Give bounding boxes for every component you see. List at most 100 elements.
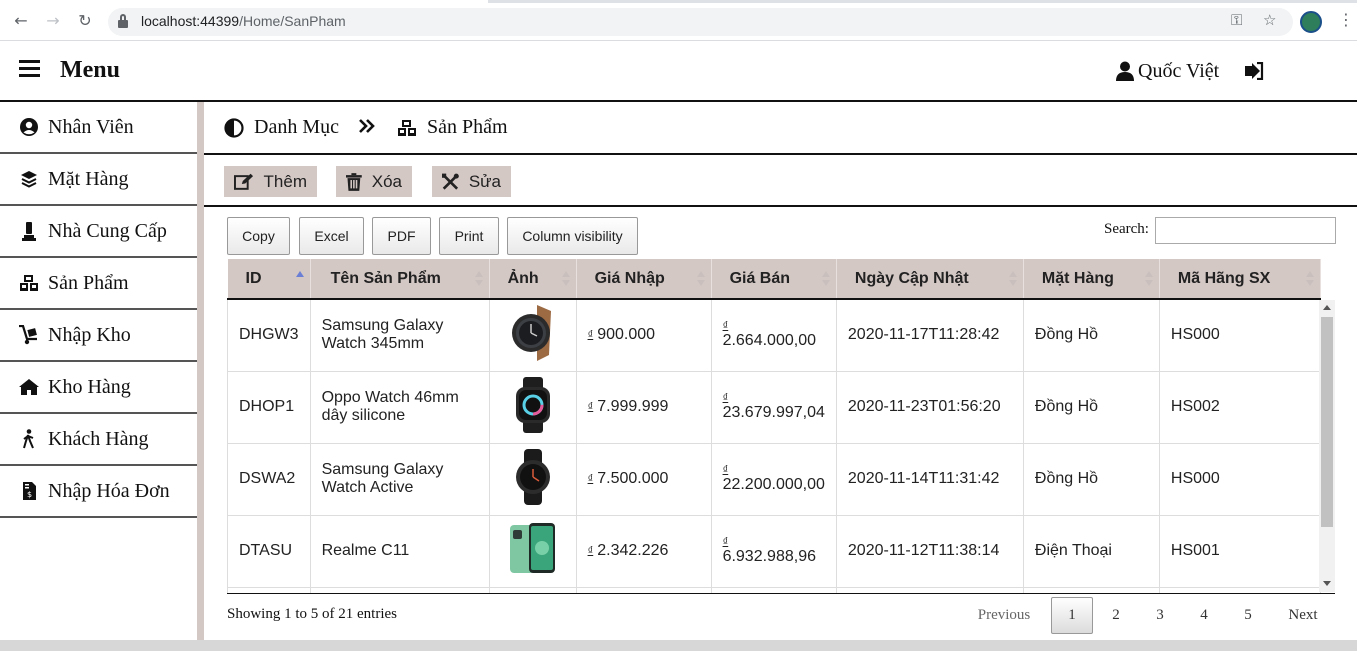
cell-image xyxy=(488,298,577,372)
breadcrumb-parent[interactable]: Danh Mục xyxy=(224,116,339,139)
cubes-icon xyxy=(18,273,40,293)
walking-person-icon xyxy=(18,429,40,449)
user-menu[interactable]: Quốc Việt xyxy=(1116,59,1219,83)
sidebar-item-khach-hang[interactable]: Khách Hàng xyxy=(0,414,197,466)
cell-ngay-cap-nhat: 2020-11-17T11:28:42 xyxy=(835,298,1024,372)
layers-icon xyxy=(18,169,40,189)
sidebar-item-nhap-kho[interactable]: Nhập Kho xyxy=(0,310,197,362)
scroll-up-icon[interactable] xyxy=(1323,305,1331,310)
table-info: Showing 1 to 5 of 21 entries xyxy=(227,606,397,622)
column-header-mat-hang[interactable]: Mặt Hàng xyxy=(1023,259,1160,300)
cell-ngay-cap-nhat: 2020-11-14T11:31:42 xyxy=(835,442,1024,516)
pagination-previous[interactable]: Previous xyxy=(968,597,1040,634)
pagination-page-4[interactable]: 4 xyxy=(1190,597,1218,634)
currency-symbol: ₫ xyxy=(587,473,594,485)
cell-gia-nhap: ₫ 7.999.999 xyxy=(575,370,712,444)
sidebar-item-label: Nhân Viên xyxy=(48,115,134,138)
pagination-page-2[interactable]: 2 xyxy=(1102,597,1130,634)
excel-button[interactable]: Excel xyxy=(299,217,364,255)
sidebar-divider xyxy=(197,102,204,640)
currency-symbol: ₫ xyxy=(587,545,594,557)
cell-gia-ban: ₫ 2.664.000,00 xyxy=(710,298,837,372)
column-header-ten-san-pham[interactable]: Tên Sản Phẩm xyxy=(310,259,490,300)
table-row[interactable]: DTASU Realme C11 ₫ 2.342.226 ₫ 6.932.988,9… xyxy=(227,514,1321,588)
table-row[interactable]: DHOP1 Oppo Watch 46mm dây silicone ₫ 7.99… xyxy=(227,370,1321,444)
cell-gia-nhap: ₫ 900.000 xyxy=(575,298,712,372)
copy-button[interactable]: Copy xyxy=(227,217,290,255)
cell-ngay-cap-nhat: 2020-11-12T11:38:14 xyxy=(835,514,1024,588)
search-label: Search: xyxy=(1104,221,1149,237)
cell-id: DHGW3 xyxy=(227,298,311,372)
double-chevron-right-icon xyxy=(359,116,375,139)
table-scrollbar[interactable] xyxy=(1319,300,1335,592)
products-table: ID Tên Sản Phẩm Ảnh Giá Nhập Giá Bán Ngà… xyxy=(227,259,1321,593)
column-visibility-button[interactable]: Column visibility xyxy=(507,217,638,255)
search-input[interactable] xyxy=(1155,217,1336,244)
currency-symbol: ₫ xyxy=(722,392,729,404)
print-button[interactable]: Print xyxy=(439,217,499,255)
pdf-button[interactable]: PDF xyxy=(372,217,431,255)
browser-menu-icon[interactable]: ⋮ xyxy=(1338,10,1354,29)
edit-button[interactable]: Sửa xyxy=(432,166,511,197)
edit-icon xyxy=(234,173,254,190)
sidebar-item-nhan-vien[interactable]: Nhân Viên xyxy=(0,102,197,154)
cell-mat-hang: Đồng Hồ xyxy=(1022,370,1160,444)
sort-icon xyxy=(821,271,830,287)
forward-arrow-icon[interactable]: → xyxy=(43,11,63,31)
delete-button[interactable]: Xóa xyxy=(336,166,412,197)
sidebar-item-kho-hang[interactable]: Kho Hàng xyxy=(0,362,197,414)
address-bar[interactable]: localhost:44399/Home/SanPham ⚿ ☆ xyxy=(108,8,1293,36)
sidebar-item-nha-cung-cap[interactable]: Nhà Cung Cấp xyxy=(0,206,197,258)
svg-text:$: $ xyxy=(26,490,31,499)
add-button[interactable]: Thêm xyxy=(224,166,317,197)
cell-ma-hang: HS000 xyxy=(1158,442,1321,516)
table-row[interactable]: DHGW3 Samsung Galaxy Watch 345mm ₫ 900.00… xyxy=(227,298,1321,372)
cell-gia-ban: ₫ 22.200.000,00 xyxy=(710,442,837,516)
table-row[interactable] xyxy=(227,586,1321,593)
pagination-page-5[interactable]: 5 xyxy=(1234,597,1262,634)
scroll-down-icon[interactable] xyxy=(1323,581,1331,586)
cell-image xyxy=(488,442,577,516)
column-header-ngay-cap-nhat[interactable]: Ngày Cập Nhật xyxy=(836,259,1024,300)
half-circle-icon xyxy=(224,117,244,138)
sidebar-item-san-pham[interactable]: Sản Phẩm xyxy=(0,258,197,310)
column-header-anh[interactable]: Ảnh xyxy=(489,259,577,300)
cell-name: Samsung Galaxy Watch Active xyxy=(309,442,490,516)
cell-image xyxy=(488,514,577,588)
column-header-gia-ban[interactable]: Giá Bán xyxy=(711,259,837,300)
cell-mat-hang: Đồng Hồ xyxy=(1022,442,1160,516)
table-row[interactable]: DSWA2 Samsung Galaxy Watch Active ₫ 7.500… xyxy=(227,442,1321,516)
pagination-next[interactable]: Next xyxy=(1280,597,1326,634)
cell-name: Oppo Watch 46mm dây silicone xyxy=(309,370,490,444)
key-icon[interactable]: ⚿ xyxy=(1231,11,1242,29)
sidebar-item-label: Nhà Cung Cấp xyxy=(48,219,167,242)
sidebar-item-nhap-hoa-don[interactable]: $ Nhập Hóa Đơn xyxy=(0,466,197,518)
cell-ngay-cap-nhat: 2020-11-23T01:56:20 xyxy=(835,370,1024,444)
reload-icon[interactable]: ↻ xyxy=(75,11,95,31)
horizontal-scrollbar[interactable] xyxy=(0,640,1357,651)
logout-icon[interactable] xyxy=(1244,61,1264,85)
cubes-icon xyxy=(397,119,416,136)
hamburger-icon[interactable] xyxy=(19,60,40,78)
tools-icon xyxy=(442,173,459,190)
column-header-ma-hang-sx[interactable]: Mã Hãng SX xyxy=(1159,259,1321,300)
column-header-gia-nhap[interactable]: Giá Nhập xyxy=(576,259,712,300)
column-header-id[interactable]: ID xyxy=(227,259,311,300)
action-bar: Thêm Xóa Sửa xyxy=(204,155,1357,207)
cell-gia-nhap: ₫ 7.500.000 xyxy=(575,442,712,516)
sidebar-item-label: Nhập Hóa Đơn xyxy=(48,479,170,502)
back-arrow-icon[interactable]: ← xyxy=(11,11,31,31)
sidebar-item-mat-hang[interactable]: Mặt Hàng xyxy=(0,154,197,206)
currency-symbol: ₫ xyxy=(722,320,729,333)
pagination-page-1[interactable]: 1 xyxy=(1051,597,1093,634)
sort-icon xyxy=(1008,271,1017,287)
profile-avatar[interactable] xyxy=(1300,11,1322,33)
cell-ma-hang: HS002 xyxy=(1158,370,1321,444)
pagination-page-3[interactable]: 3 xyxy=(1146,597,1174,634)
scrollbar-thumb[interactable] xyxy=(1321,317,1333,527)
star-icon[interactable]: ☆ xyxy=(1263,11,1276,29)
sort-icon xyxy=(696,271,705,287)
menu-title: Menu xyxy=(60,57,120,83)
sort-icon xyxy=(1305,271,1314,287)
currency-symbol: ₫ xyxy=(587,329,594,342)
